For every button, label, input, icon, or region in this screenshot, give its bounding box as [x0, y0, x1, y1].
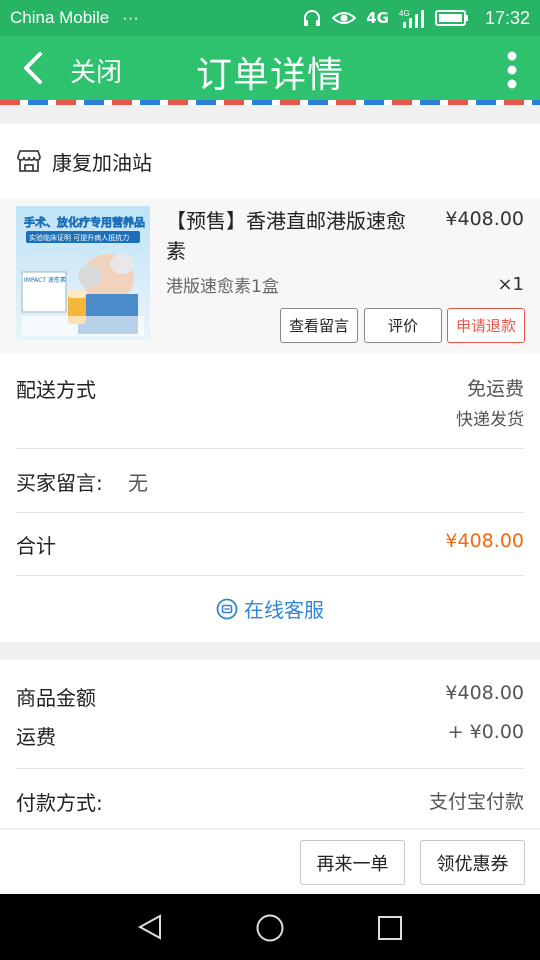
total-value: ¥408.00 — [445, 530, 524, 552]
carrier-name: China Mobile — [10, 8, 110, 27]
product-spec: 港版速愈素1盒 — [166, 277, 279, 297]
nav-home-icon[interactable] — [255, 913, 285, 943]
carrier-wrap: China Mobile ··· — [10, 8, 302, 28]
decorative-border — [0, 100, 540, 105]
store-name: 康复加油站 — [52, 150, 152, 175]
shipping-value: + ¥0.00 — [447, 721, 524, 743]
eye-icon — [332, 12, 357, 24]
order-details: 配送方式 免运费 快递发货 买家留言: 无 合计 ¥408.00 在线客服 — [0, 354, 540, 642]
goods-amount-label: 商品金额 — [16, 686, 96, 710]
more-options-icon[interactable] — [506, 50, 518, 90]
view-message-button[interactable]: 查看留言 — [280, 308, 358, 343]
payment-method-value: 支付宝付款 — [428, 791, 524, 813]
signal-icon: 4G — [399, 9, 424, 28]
headphones-icon — [304, 10, 321, 26]
shop-icon — [17, 150, 41, 172]
product-image-headline: 手术、放化疗专用营养品 — [24, 215, 145, 229]
nav-back-icon[interactable] — [136, 913, 164, 941]
status-bar: China Mobile ··· 4G 4G 17:32 — [0, 0, 540, 36]
product-name[interactable]: 【预售】香港直邮港版速愈素 — [166, 206, 406, 266]
store-header[interactable]: 康复加油站 — [0, 124, 540, 198]
order-detail-screen: China Mobile ··· 4G 4G 17:32 关闭 订单详情 康复加… — [0, 0, 540, 960]
payment-summary: 商品金额 ¥408.00 运费 + ¥0.00 付款方式: 支付宝付款 — [0, 660, 540, 828]
app-bar: 关闭 订单详情 — [0, 36, 540, 100]
carrier-extra: ··· — [121, 8, 139, 27]
buyer-message-label: 买家留言: — [16, 471, 103, 495]
delivery-row: 配送方式 免运费 快递发货 — [16, 374, 524, 434]
buyer-message-value: 无 — [128, 471, 148, 495]
payment-method-label: 付款方式: — [16, 791, 103, 815]
product-price: ¥408.00 — [445, 208, 524, 230]
review-button[interactable]: 评价 — [364, 308, 442, 343]
product-image-subline: 实验临床证明 可提升病人抵抗力 — [29, 233, 129, 242]
product-image-brand: IMPACT 速愈素 — [24, 276, 66, 284]
divider — [16, 575, 524, 576]
divider — [16, 512, 524, 513]
shipping-label: 运费 — [16, 725, 56, 749]
product-quantity: ×1 — [497, 274, 524, 295]
goods-amount-value: ¥408.00 — [445, 682, 524, 704]
clock: 17:32 — [484, 7, 530, 28]
order-item[interactable]: 手术、放化疗专用营养品 实验临床证明 可提升病人抵抗力 IMPACT 速愈素 【… — [0, 198, 540, 354]
battery-icon — [434, 10, 468, 26]
divider — [16, 768, 524, 769]
action-footer: 再来一单 领优惠券 — [0, 830, 540, 894]
svg-text:4G: 4G — [399, 9, 410, 18]
delivery-sub: 快递发货 — [456, 410, 524, 430]
delivery-value: 免运费 — [466, 378, 524, 400]
status-icons: 4G 4G 17:32 — [302, 8, 530, 29]
refund-button[interactable]: 申请退款 — [447, 308, 525, 343]
delivery-label: 配送方式 — [16, 378, 96, 402]
get-coupon-button[interactable]: 领优惠券 — [420, 840, 525, 885]
customer-service-label: 在线客服 — [244, 598, 324, 622]
page-title: 订单详情 — [195, 55, 344, 96]
customer-service-link[interactable]: 在线客服 — [0, 594, 540, 623]
network-type-label: 4G — [366, 9, 389, 27]
system-nav-bar — [0, 894, 540, 960]
nav-recents-icon[interactable] — [376, 914, 404, 942]
reorder-button[interactable]: 再来一单 — [300, 840, 405, 885]
total-label: 合计 — [16, 534, 56, 558]
divider — [16, 448, 524, 449]
chat-icon — [216, 598, 238, 619]
product-image[interactable]: 手术、放化疗专用营养品 实验临床证明 可提升病人抵抗力 IMPACT 速愈素 — [16, 206, 150, 340]
